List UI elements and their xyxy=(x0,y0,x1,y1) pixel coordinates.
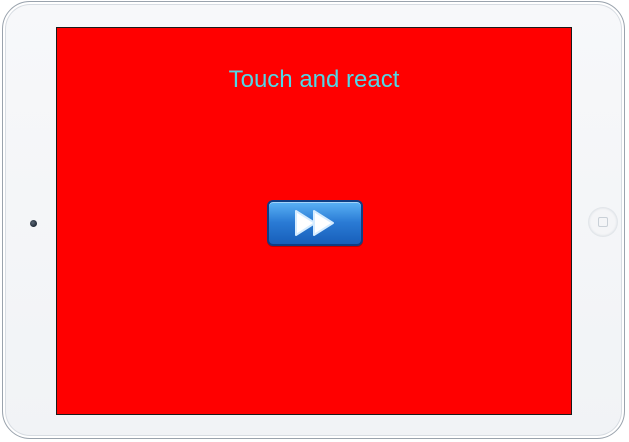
app-screen: Touch and react xyxy=(56,27,572,415)
app-page: Touch and react xyxy=(0,0,629,442)
home-button[interactable] xyxy=(589,208,617,236)
page-title: Touch and react xyxy=(228,66,400,93)
camera-icon xyxy=(30,220,37,227)
fast-forward-icon xyxy=(295,210,334,236)
play-button[interactable] xyxy=(267,200,363,246)
